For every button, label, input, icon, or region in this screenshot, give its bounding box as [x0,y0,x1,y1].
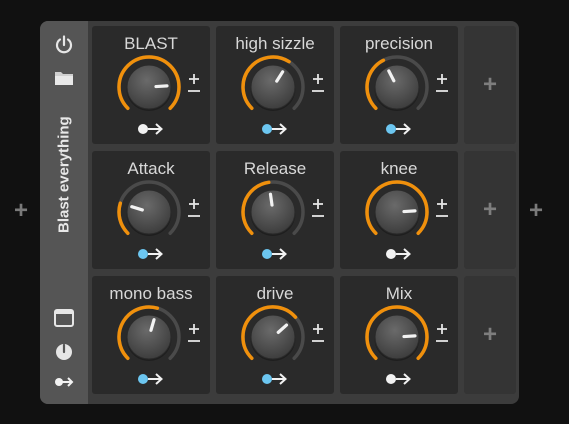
macro-slot: drive [216,276,334,394]
plus-minus-icon[interactable] [311,197,325,219]
plus-minus-icon[interactable] [311,322,325,344]
device-sidebar: Blast everything [40,21,88,404]
power-icon[interactable] [53,34,75,56]
add-macro-button[interactable]: + [464,198,516,222]
macro-slot: precision [340,26,458,144]
macro-label[interactable]: mono bass [92,284,210,304]
modulation-source-icon[interactable] [261,121,289,137]
plus-minus-icon[interactable] [187,72,201,94]
macro-label[interactable]: high sizzle [216,34,334,54]
folder-icon[interactable] [53,67,75,89]
macro-label[interactable]: precision [340,34,458,54]
plus-minus-icon[interactable] [187,322,201,344]
modulation-source-icon[interactable] [53,371,75,393]
macro-label[interactable]: Mix [340,284,458,304]
plus-minus-icon[interactable] [187,197,201,219]
macro-label[interactable]: Attack [92,159,210,179]
macro-slot: Attack [92,151,210,269]
add-macro-button[interactable]: + [464,323,516,347]
modulation-source-icon[interactable] [385,246,413,262]
modulation-source-icon[interactable] [137,246,165,262]
plus-minus-icon[interactable] [435,322,449,344]
add-device-after-button[interactable]: + [524,199,548,223]
macro-label[interactable]: BLAST [92,34,210,54]
empty-macro-slot[interactable]: + [464,26,516,144]
add-macro-button[interactable]: + [464,73,516,97]
modulation-source-icon[interactable] [385,121,413,137]
modulation-source-icon[interactable] [137,371,165,387]
modulation-source-icon[interactable] [137,121,165,137]
macro-slot: Release [216,151,334,269]
macro-knob[interactable] [362,302,432,372]
macro-slot: high sizzle [216,26,334,144]
window-icon[interactable] [53,307,75,329]
device-title[interactable]: Blast everything [56,116,73,233]
empty-macro-slot[interactable]: + [464,276,516,394]
macro-label[interactable]: Release [216,159,334,179]
macro-slot: knee [340,151,458,269]
macro-knob[interactable] [238,302,308,372]
macro-slot: Mix [340,276,458,394]
plus-minus-icon[interactable] [311,72,325,94]
macro-knob[interactable] [238,177,308,247]
macro-knob[interactable] [114,177,184,247]
modulation-source-icon[interactable] [261,246,289,262]
device-panel: Blast everything BLAST high sizzle precisi… [40,21,519,404]
empty-macro-slot[interactable]: + [464,151,516,269]
modulation-source-icon[interactable] [385,371,413,387]
macro-slot: mono bass [92,276,210,394]
add-device-before-button[interactable]: + [9,199,33,223]
macro-knob[interactable] [362,52,432,122]
macro-slot: BLAST [92,26,210,144]
plus-minus-icon[interactable] [435,197,449,219]
macro-label[interactable]: knee [340,159,458,179]
dial-icon[interactable] [53,341,75,363]
macro-knob[interactable] [238,52,308,122]
plus-minus-icon[interactable] [435,72,449,94]
macro-knob[interactable] [362,177,432,247]
macro-label[interactable]: drive [216,284,334,304]
modulation-source-icon[interactable] [261,371,289,387]
macro-knob[interactable] [114,52,184,122]
macro-knob[interactable] [114,302,184,372]
